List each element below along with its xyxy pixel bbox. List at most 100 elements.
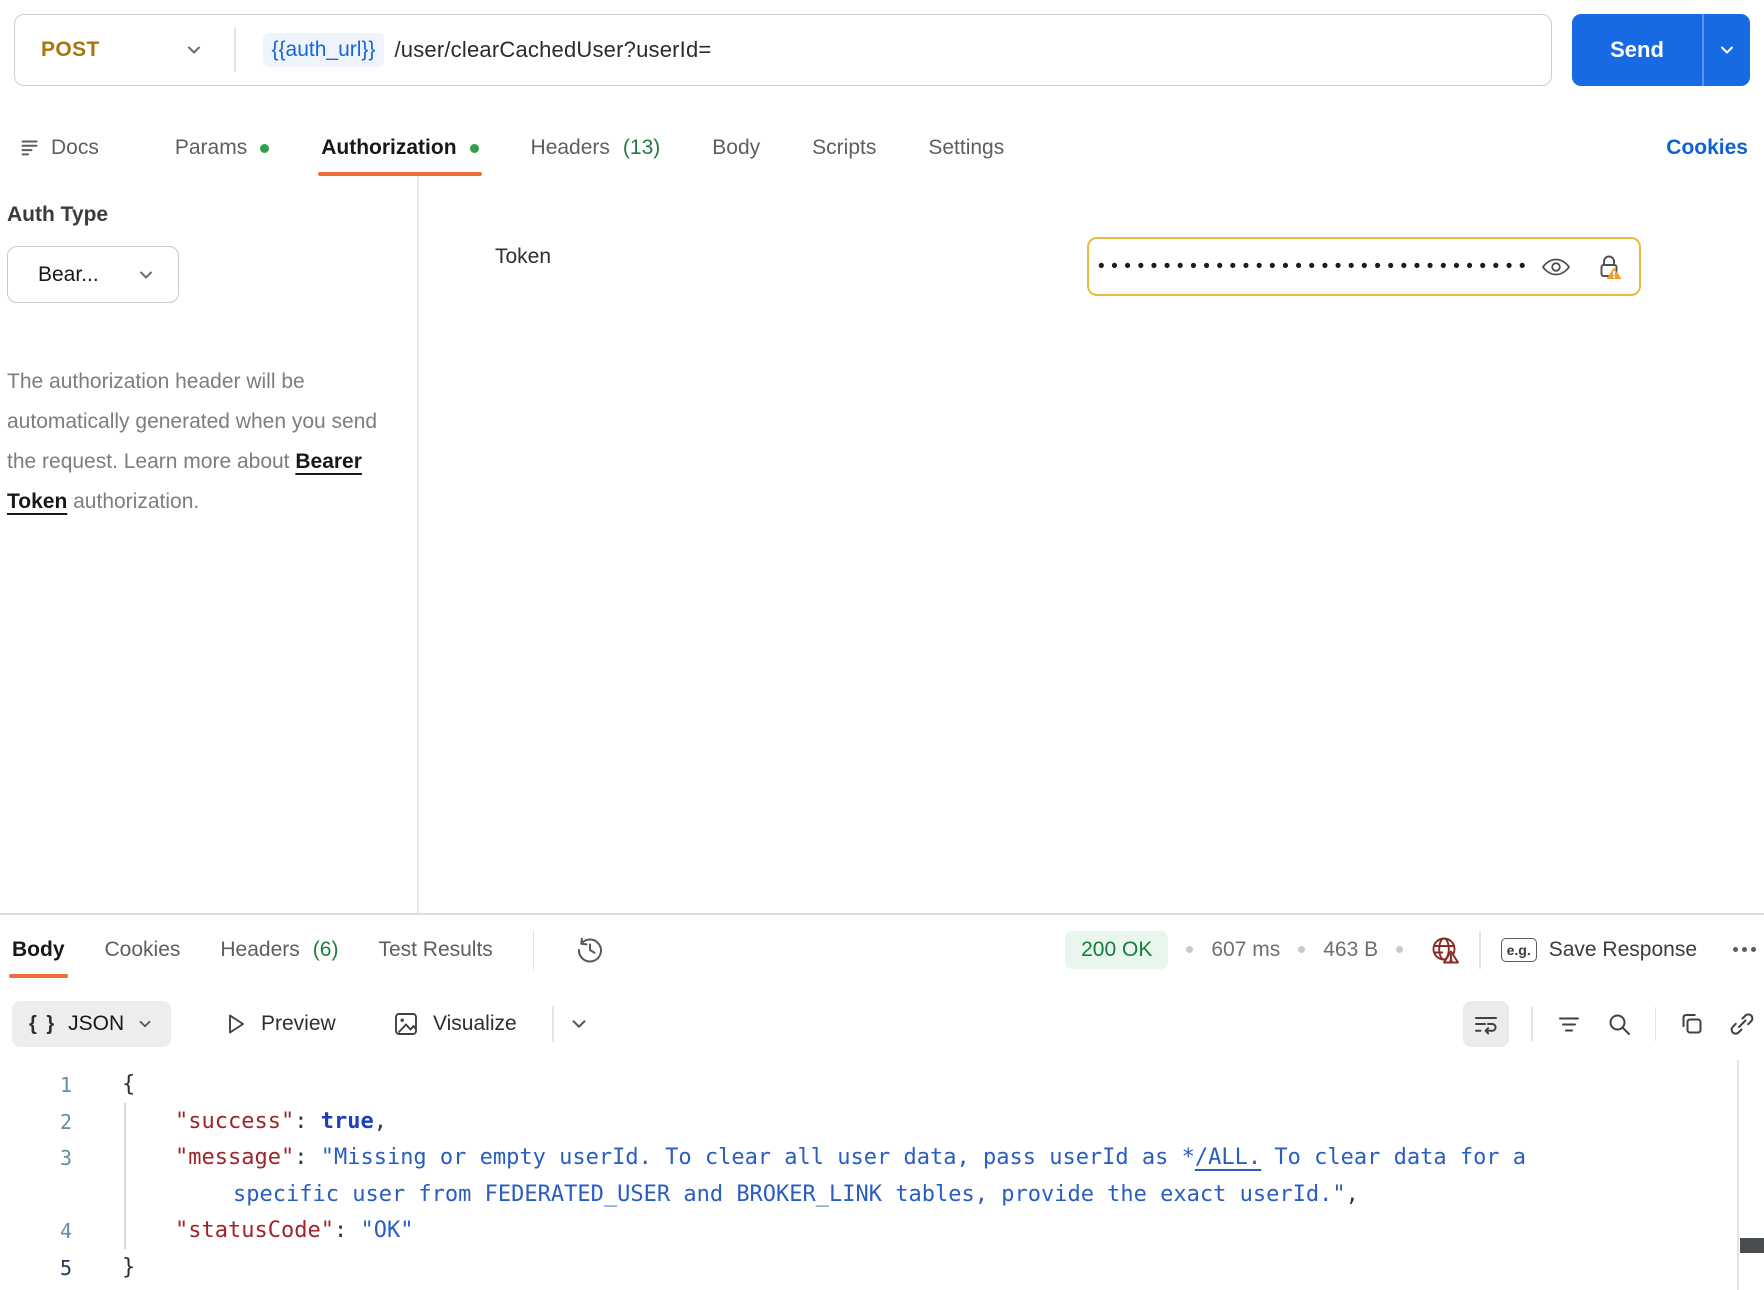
preview-button[interactable]: Preview — [222, 1001, 336, 1047]
code-text: } — [122, 1254, 136, 1280]
code-text: "success": true, — [175, 1108, 387, 1134]
auth-description-text: authorization. — [67, 490, 200, 513]
divider — [552, 1006, 554, 1042]
divider — [1654, 1007, 1656, 1041]
code-line: 1{ — [0, 1067, 1737, 1104]
token-input[interactable]: ••••••••••••••••••••••••••••••••• — [1087, 237, 1641, 296]
response-tab-test-results[interactable]: Test Results — [378, 921, 492, 978]
send-button[interactable]: Send — [1572, 14, 1750, 86]
code-text: specific user from FEDERATED_USER and BR… — [233, 1181, 1359, 1207]
chevron-down-icon — [1720, 46, 1733, 54]
wrap-text-icon — [1475, 1017, 1497, 1035]
tab-authorization[interactable]: Authorization — [318, 120, 482, 176]
cookies-link[interactable]: Cookies — [1666, 136, 1748, 160]
response-format-select[interactable]: { } JSON — [12, 1001, 172, 1047]
tab-label: Headers — [530, 136, 610, 159]
response-history-icon[interactable] — [574, 934, 606, 966]
response-tab-body[interactable]: Body — [9, 921, 67, 978]
code-text: "statusCode": "OK" — [175, 1218, 414, 1243]
save-response-button[interactable]: Save Response — [1549, 938, 1697, 962]
tab-label: Docs — [51, 136, 99, 159]
copy-icon[interactable] — [1678, 1010, 1706, 1038]
line-number: 2 — [59, 1109, 72, 1134]
divider — [532, 929, 535, 970]
reveal-token-eye-icon[interactable] — [1541, 256, 1571, 278]
tab-label: Scripts — [812, 136, 877, 159]
divider — [1531, 1007, 1533, 1041]
tab-docs[interactable]: Docs — [20, 120, 99, 176]
more-views-caret[interactable] — [568, 1001, 590, 1047]
braces-icon: { } — [29, 1012, 57, 1035]
code-line: 5} — [0, 1250, 1737, 1287]
tab-settings[interactable]: Settings — [928, 120, 1004, 176]
tab-scripts[interactable]: Scripts — [812, 120, 876, 176]
tab-headers[interactable]: Headers (13) — [531, 120, 661, 176]
response-time[interactable]: 607 ms — [1211, 938, 1280, 962]
indent-guide — [124, 1103, 126, 1249]
secret-lock-warning-icon[interactable] — [1595, 253, 1623, 281]
code-line: 2 "success": true, — [0, 1104, 1737, 1141]
separator-dot — [1298, 946, 1306, 953]
link-icon[interactable] — [1728, 1010, 1756, 1038]
response-tabs: Body Cookies Headers (6) Test Results — [9, 921, 606, 978]
chevron-down-icon — [188, 46, 200, 54]
network-warning-globe-icon[interactable] — [1429, 934, 1461, 966]
play-icon — [229, 1014, 244, 1034]
send-button-label[interactable]: Send — [1572, 14, 1702, 86]
search-icon[interactable] — [1605, 1010, 1633, 1038]
response-meta: 200 OK 607 ms 463 B e.g. Save Response — [1065, 921, 1756, 978]
viewer-actions — [1463, 1001, 1756, 1047]
beautify-icon[interactable] — [1555, 1010, 1583, 1038]
line-number: 4 — [59, 1219, 72, 1243]
separator-dot — [1396, 946, 1404, 953]
scrollbar-track — [1737, 1060, 1739, 1290]
code-line: specific user from FEDERATED_USER and BR… — [0, 1177, 1737, 1214]
auth-type-select[interactable]: Bear... — [7, 246, 179, 303]
response-size[interactable]: 463 B — [1323, 938, 1378, 962]
tab-label: Body — [712, 136, 761, 159]
tab-label: Test Results — [378, 937, 493, 961]
api-client-window: POST {{auth_url}} /user/clearCachedUser?… — [0, 0, 1764, 1290]
tab-count: (13) — [622, 136, 661, 159]
more-options-icon[interactable] — [1733, 947, 1756, 952]
token-field-icons — [1541, 253, 1623, 281]
code-line: 4 "statusCode": "OK" — [0, 1213, 1737, 1250]
auth-description: The authorization header will be automat… — [7, 362, 393, 522]
tab-params[interactable]: Params — [175, 120, 270, 176]
response-tab-headers[interactable]: Headers (6) — [220, 921, 338, 978]
token-label: Token — [495, 245, 552, 268]
code-text: { — [122, 1072, 136, 1097]
chevron-down-icon — [572, 1020, 586, 1028]
docs-icon — [21, 140, 38, 156]
code-text: "message": "Missing or empty userId. To … — [175, 1145, 1527, 1170]
image-icon — [395, 1013, 417, 1035]
modified-dot — [469, 143, 479, 153]
method-selector[interactable]: POST — [15, 38, 234, 62]
token-masked-value: ••••••••••••••••••••••••••••••••• — [1098, 255, 1533, 277]
line-number: 1 — [59, 1073, 72, 1097]
chevron-down-icon — [140, 271, 152, 278]
send-options-caret[interactable] — [1704, 14, 1751, 86]
chevron-down-icon — [139, 1020, 151, 1028]
response-tab-cookies[interactable]: Cookies — [105, 921, 181, 978]
method-label: POST — [41, 38, 100, 61]
preview-label: Preview — [261, 1012, 336, 1035]
visualize-label: Visualize — [433, 1012, 517, 1035]
line-number: 3 — [59, 1146, 72, 1170]
status-badge[interactable]: 200 OK — [1065, 930, 1169, 969]
scrollbar-thumb[interactable] — [1740, 1238, 1764, 1253]
wrap-text-button[interactable] — [1463, 1001, 1509, 1047]
response-section-divider — [0, 913, 1764, 915]
url-variable-chip[interactable]: {{auth_url}} — [262, 33, 385, 67]
response-body-code[interactable]: 1{2 "success": true, 3 "message": "Missing … — [0, 1067, 1737, 1286]
visualize-button[interactable]: Visualize — [392, 1001, 517, 1047]
url-path-text: /user/clearCachedUser?userId= — [394, 37, 712, 62]
save-example-icon[interactable]: e.g. — [1500, 937, 1537, 962]
modified-dot — [260, 143, 270, 153]
url-input[interactable]: {{auth_url}} /user/clearCachedUser?userI… — [236, 33, 712, 67]
tab-body[interactable]: Body — [712, 120, 760, 176]
tab-label: Cookies — [104, 937, 181, 961]
separator-dot — [1186, 946, 1194, 953]
tab-label: Headers — [220, 937, 300, 961]
auth-type-value: Bear... — [38, 262, 99, 286]
